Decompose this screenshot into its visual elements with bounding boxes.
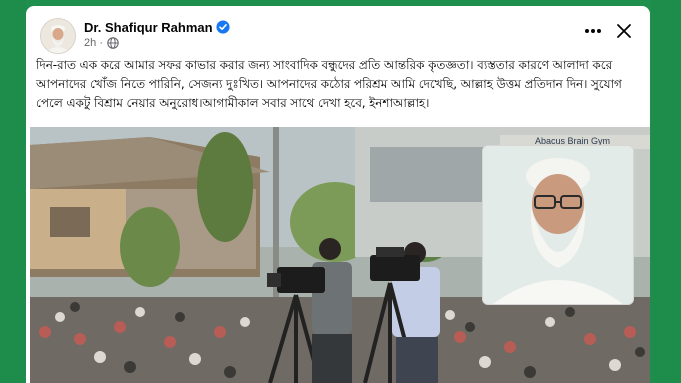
- portrait-illustration: [483, 146, 633, 304]
- post-body-text: দিন-রাত এক করে আমার সফর কাভার করার জন্য …: [36, 58, 622, 110]
- post-time[interactable]: 2h: [84, 37, 96, 49]
- post-header: Dr. Shafiqur Rahman 2h ·: [26, 6, 650, 54]
- close-icon[interactable]: [616, 23, 632, 39]
- post-meta: 2h ·: [84, 37, 103, 49]
- author-avatar[interactable]: [40, 18, 76, 54]
- green-frame-left: [0, 0, 26, 383]
- facebook-post-card: Dr. Shafiqur Rahman 2h · দিন-রাত এক করে …: [26, 6, 650, 383]
- author-name[interactable]: Dr. Shafiqur Rahman: [84, 20, 213, 35]
- portrait-inset: [482, 145, 634, 305]
- green-frame-right: [651, 0, 681, 383]
- verified-badge-icon: [216, 20, 230, 34]
- more-options-icon[interactable]: [582, 22, 604, 40]
- meta-separator: ·: [99, 37, 103, 49]
- globe-icon[interactable]: [107, 37, 119, 49]
